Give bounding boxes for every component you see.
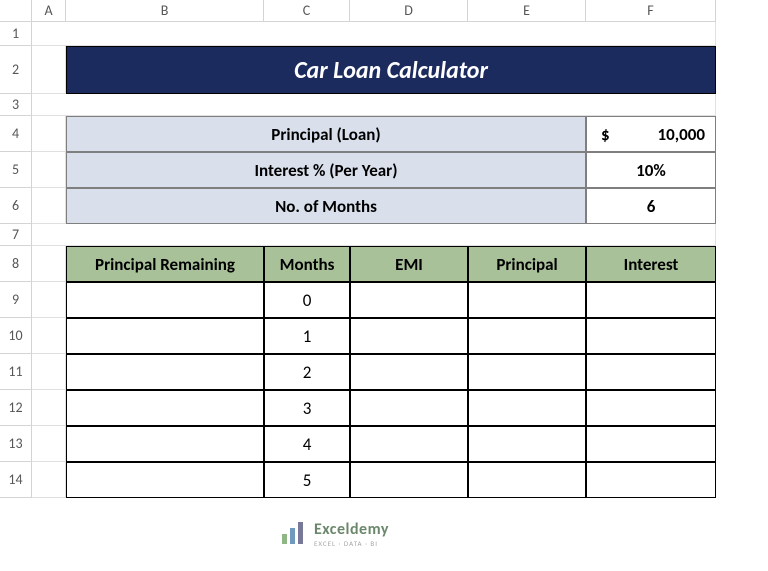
table-cell[interactable] (350, 318, 468, 354)
table-cell[interactable] (350, 282, 468, 318)
table-cell[interactable] (468, 282, 586, 318)
interest-value-cell[interactable]: 10% (586, 152, 716, 188)
table-cell[interactable]: 5 (264, 462, 350, 498)
table-cell[interactable] (468, 390, 586, 426)
watermark-brand: Exceldemy (314, 520, 389, 539)
table-cell[interactable] (350, 462, 468, 498)
table-cell[interactable]: 2 (264, 354, 350, 390)
col-header-D[interactable]: D (350, 0, 468, 22)
col-header-C[interactable]: C (264, 0, 350, 22)
table-cell[interactable] (468, 462, 586, 498)
table-cell[interactable]: 4 (264, 426, 350, 462)
th-principal: Principal (468, 246, 586, 282)
principal-label: Principal (Loan) (66, 116, 586, 152)
row-header-13[interactable]: 13 (0, 426, 32, 462)
table-cell[interactable] (468, 354, 586, 390)
table-cell[interactable] (586, 282, 716, 318)
table-cell[interactable] (586, 426, 716, 462)
row-header-10[interactable]: 10 (0, 318, 32, 354)
table-cell[interactable] (66, 390, 264, 426)
table-cell[interactable] (586, 318, 716, 354)
row-header-9[interactable]: 9 (0, 282, 32, 318)
th-interest: Interest (586, 246, 716, 282)
table-cell[interactable] (66, 318, 264, 354)
col-header-B[interactable]: B (66, 0, 264, 22)
table-cell[interactable] (350, 354, 468, 390)
row-header-14[interactable]: 14 (0, 462, 32, 498)
th-emi: EMI (350, 246, 468, 282)
table-cell[interactable] (350, 390, 468, 426)
row-header-2[interactable]: 2 (0, 46, 32, 94)
table-cell[interactable]: 0 (264, 282, 350, 318)
principal-value-cell[interactable]: $ 10,000 (586, 116, 716, 152)
row-header-12[interactable]: 12 (0, 390, 32, 426)
watermark-tagline: EXCEL · DATA · BI (314, 539, 389, 548)
table-cell[interactable] (66, 282, 264, 318)
table-cell[interactable] (66, 426, 264, 462)
bar-chart-icon (280, 520, 308, 548)
row-header-8[interactable]: 8 (0, 246, 32, 282)
spreadsheet-grid: A B C D E F 1 2 Car Loan Calculator 3 4 … (0, 0, 768, 498)
months-label: No. of Months (66, 188, 586, 224)
table-cell[interactable] (350, 426, 468, 462)
row-header-6[interactable]: 6 (0, 188, 32, 224)
table-cell[interactable] (586, 462, 716, 498)
row-header-5[interactable]: 5 (0, 152, 32, 188)
row-header-11[interactable]: 11 (0, 354, 32, 390)
row-header-7[interactable]: 7 (0, 224, 32, 246)
table-cell[interactable] (586, 390, 716, 426)
table-cell[interactable] (468, 318, 586, 354)
table-cell[interactable] (66, 462, 264, 498)
col-header-E[interactable]: E (468, 0, 586, 22)
select-all-corner[interactable] (0, 0, 32, 22)
table-cell[interactable] (66, 354, 264, 390)
row-header-1[interactable]: 1 (0, 22, 32, 46)
col-header-F[interactable]: F (586, 0, 716, 22)
currency-symbol: $ (601, 124, 610, 145)
row-header-3[interactable]: 3 (0, 94, 32, 116)
row-header-4[interactable]: 4 (0, 116, 32, 152)
table-cell[interactable] (586, 354, 716, 390)
table-cell[interactable]: 1 (264, 318, 350, 354)
page-title: Car Loan Calculator (66, 46, 716, 94)
col-header-A[interactable]: A (32, 0, 66, 22)
principal-amount: 10,000 (658, 124, 705, 145)
table-cell[interactable] (468, 426, 586, 462)
months-value-cell[interactable]: 6 (586, 188, 716, 224)
table-cell[interactable]: 3 (264, 390, 350, 426)
watermark: Exceldemy EXCEL · DATA · BI (280, 520, 389, 548)
th-principal-remaining: Principal Remaining (66, 246, 264, 282)
interest-label: Interest % (Per Year) (66, 152, 586, 188)
th-months: Months (264, 246, 350, 282)
